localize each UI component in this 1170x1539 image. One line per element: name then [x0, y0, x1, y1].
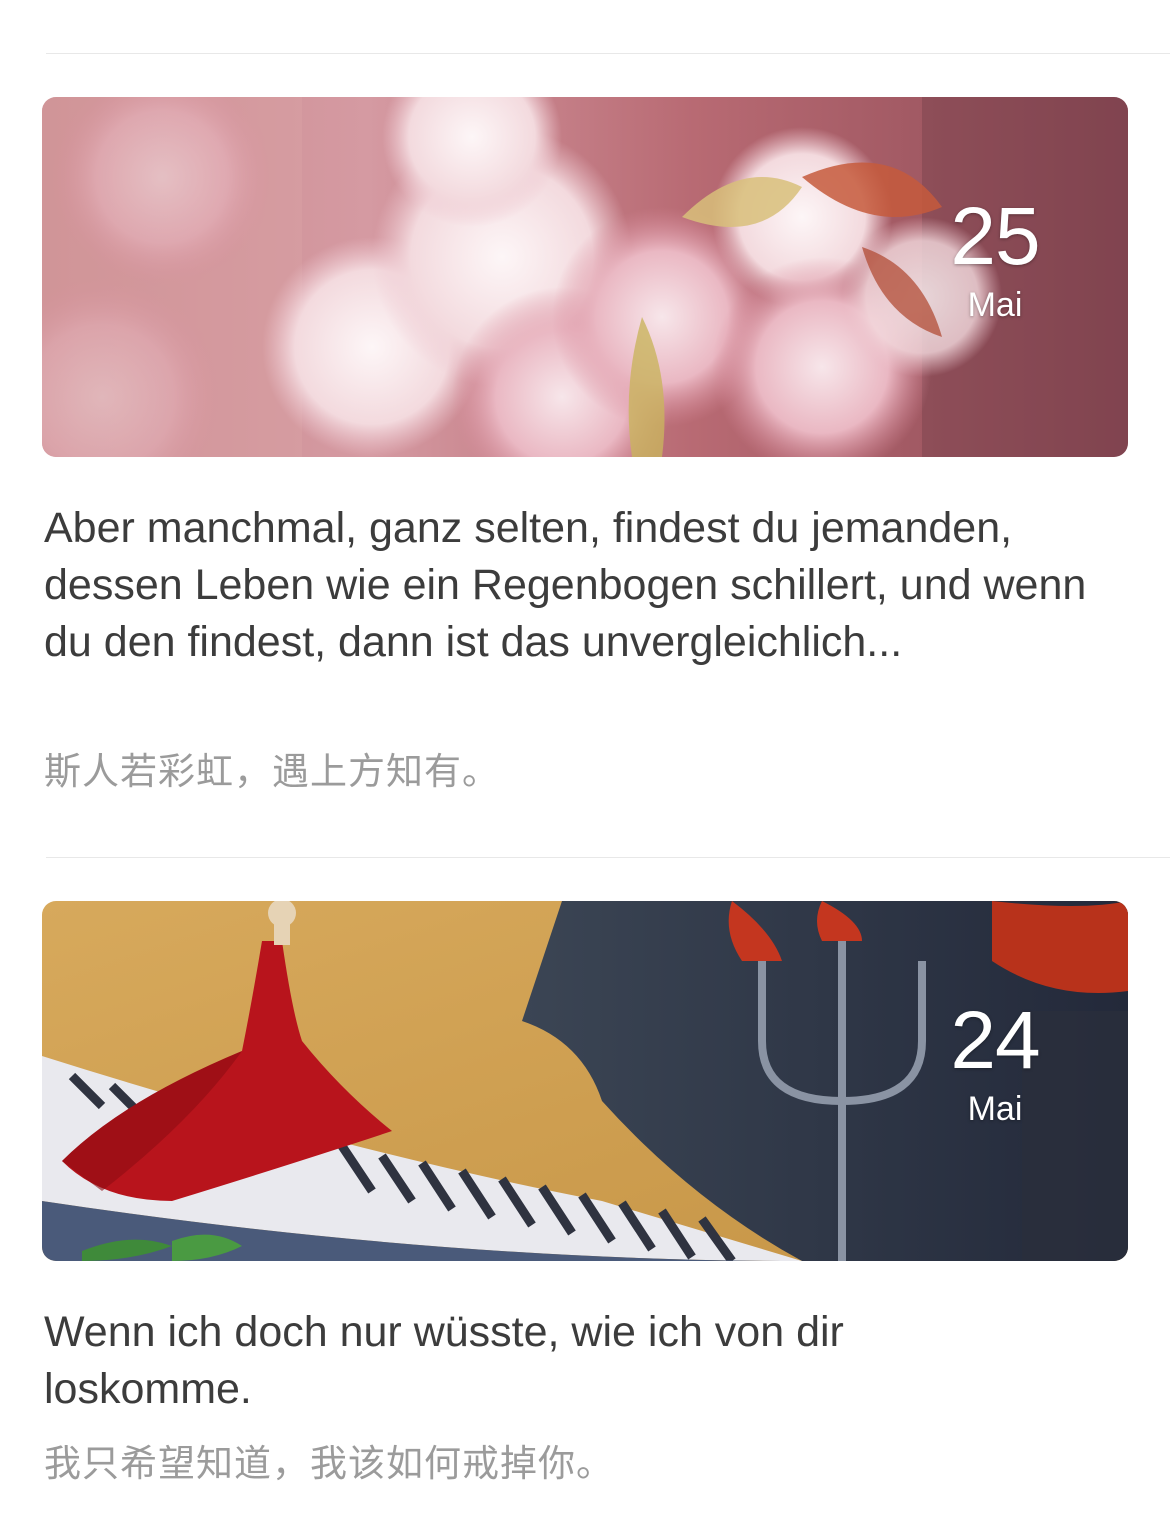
post-image-cherry-blossom[interactable]: 25 Mai	[42, 97, 1128, 457]
quote-german[interactable]: Wenn ich doch nur wüsste, wie ich von di…	[44, 1304, 924, 1418]
divider	[46, 53, 1170, 54]
divider	[46, 857, 1170, 858]
date-month: Mai	[967, 1090, 1023, 1128]
quote-chinese[interactable]: 我只希望知道，我该如何戒掉你。	[44, 1440, 1104, 1488]
quote-german[interactable]: Aber manchmal, ganz selten, findest du j…	[44, 500, 1104, 671]
date-badge: 24 Mai	[940, 997, 1050, 1133]
date-month: Mai	[967, 286, 1023, 324]
date-day: 25	[950, 191, 1040, 282]
quote-chinese[interactable]: 斯人若彩虹，遇上方知有。	[44, 748, 1104, 796]
date-day: 24	[950, 995, 1040, 1086]
post-image-piano-painting[interactable]: 24 Mai	[42, 901, 1128, 1261]
date-badge: 25 Mai	[940, 193, 1050, 329]
